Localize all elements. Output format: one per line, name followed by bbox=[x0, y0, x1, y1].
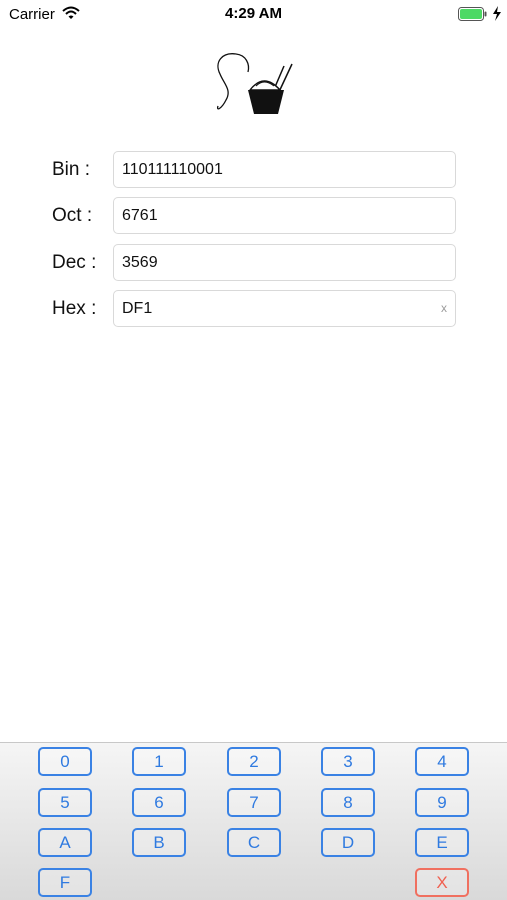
bin-input[interactable] bbox=[122, 152, 432, 187]
hex-label: Hex : bbox=[52, 298, 97, 319]
key-7[interactable]: 7 bbox=[227, 788, 281, 817]
key-8[interactable]: 8 bbox=[321, 788, 375, 817]
key-f[interactable]: F bbox=[38, 868, 92, 897]
key-5[interactable]: 5 bbox=[38, 788, 92, 817]
bin-label: Bin : bbox=[52, 159, 91, 180]
status-time: 4:29 AM bbox=[225, 5, 282, 22]
dec-label: Dec : bbox=[52, 252, 97, 273]
charging-bolt-icon bbox=[492, 6, 502, 26]
oct-label: Oct : bbox=[52, 205, 93, 226]
hex-input[interactable] bbox=[122, 291, 432, 326]
dec-input[interactable] bbox=[122, 245, 432, 280]
takeout-box-logo-icon bbox=[216, 53, 293, 114]
key-2[interactable]: 2 bbox=[227, 747, 281, 776]
status-bar: Carrier 4:29 AM bbox=[0, 0, 507, 28]
key-6[interactable]: 6 bbox=[132, 788, 186, 817]
key-1[interactable]: 1 bbox=[132, 747, 186, 776]
key-3[interactable]: 3 bbox=[321, 747, 375, 776]
hex-keypad: 0 1 2 3 4 5 6 7 8 9 A B C D E F X bbox=[0, 742, 507, 900]
dec-row: Dec : bbox=[0, 244, 507, 282]
battery-icon bbox=[458, 7, 488, 26]
key-a[interactable]: A bbox=[38, 828, 92, 857]
clear-icon[interactable]: x bbox=[441, 301, 447, 315]
oct-input[interactable] bbox=[122, 198, 432, 233]
bin-field[interactable] bbox=[113, 151, 456, 188]
key-b[interactable]: B bbox=[132, 828, 186, 857]
key-e[interactable]: E bbox=[415, 828, 469, 857]
app-logo bbox=[212, 52, 296, 118]
key-c[interactable]: C bbox=[227, 828, 281, 857]
hex-field[interactable]: x bbox=[113, 290, 456, 327]
clear-all-button[interactable]: X bbox=[415, 868, 469, 897]
key-0[interactable]: 0 bbox=[38, 747, 92, 776]
key-9[interactable]: 9 bbox=[415, 788, 469, 817]
oct-row: Oct : bbox=[0, 197, 507, 235]
key-d[interactable]: D bbox=[321, 828, 375, 857]
oct-field[interactable] bbox=[113, 197, 456, 234]
bin-row: Bin : bbox=[0, 151, 507, 189]
hex-row: Hex : x bbox=[0, 290, 507, 328]
key-4[interactable]: 4 bbox=[415, 747, 469, 776]
dec-field[interactable] bbox=[113, 244, 456, 281]
